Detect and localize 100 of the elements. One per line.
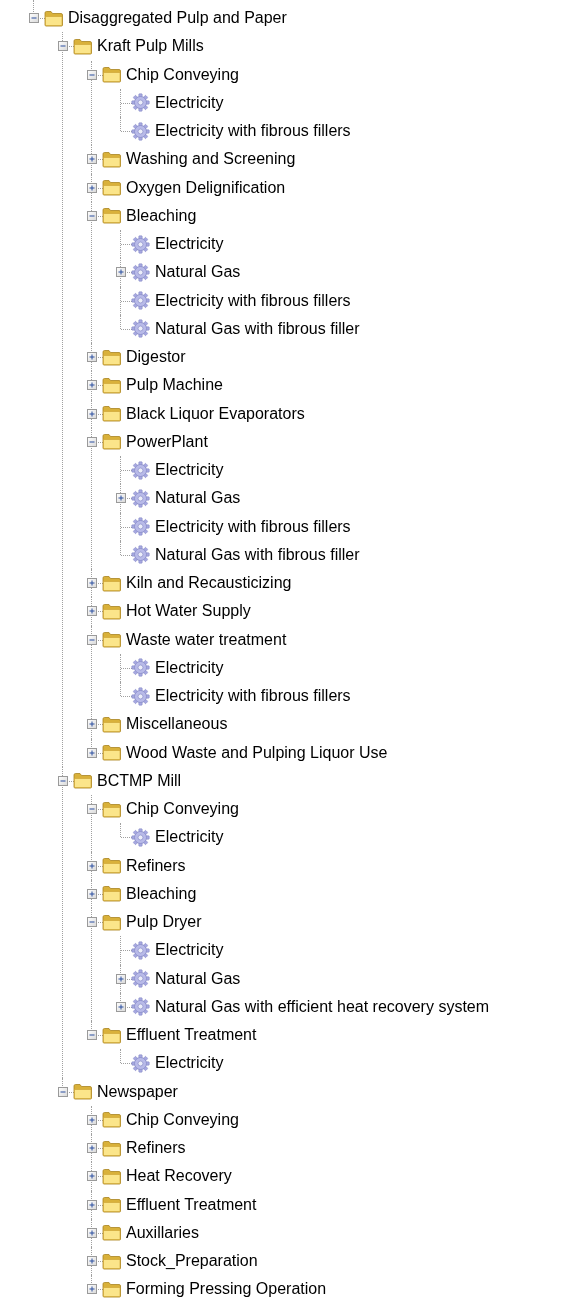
tree-item-label[interactable]: Kraft Pulp Mills (97, 37, 204, 56)
tree-item-label[interactable]: Natural Gas with fibrous filler (155, 319, 360, 338)
expand-icon[interactable] (86, 380, 97, 391)
expand-icon[interactable] (86, 606, 97, 617)
tree-item-label[interactable]: Forming Pressing Operation (126, 1280, 327, 1299)
tree-item-label[interactable]: Effluent Treatment (126, 1195, 257, 1214)
gear-icon (131, 460, 150, 480)
tree-item-label[interactable]: Effluent Treatment (126, 1026, 257, 1045)
expand-icon[interactable] (115, 973, 126, 984)
tree-item-label[interactable]: Electricity (155, 235, 224, 254)
collapse-icon[interactable] (86, 634, 97, 645)
gear-icon (131, 319, 150, 339)
tree-item-label[interactable]: Electricity (155, 941, 224, 960)
collapse-icon[interactable] (86, 804, 97, 815)
tree-item-label[interactable]: Pulp Dryer (126, 913, 202, 932)
tree-item-label[interactable]: Pulp Machine (126, 376, 223, 395)
collapse-icon[interactable] (86, 1030, 97, 1041)
tree-item-label[interactable]: BCTMP Mill (97, 771, 182, 790)
tree-item-label[interactable]: Oxygen Delignification (126, 178, 286, 197)
folder-icon (101, 602, 122, 620)
tree-item-label[interactable]: Disaggregated Pulp and Paper (68, 9, 287, 28)
tree-item-label[interactable]: Kiln and Recausticizing (126, 574, 292, 593)
expand-icon[interactable] (86, 1114, 97, 1125)
tree-item-label[interactable]: Black Liquor Evaporators (126, 404, 305, 423)
tree-item-label[interactable]: Electricity (155, 828, 224, 847)
tree-item-label[interactable]: Stock_Preparation (126, 1252, 258, 1271)
tree-item-label[interactable]: Natural Gas with fibrous filler (155, 545, 360, 564)
collapse-icon[interactable] (86, 436, 97, 447)
collapse-icon[interactable] (28, 13, 39, 24)
tree-item-label[interactable]: Chip Conveying (126, 1110, 239, 1129)
tree-item-label[interactable]: PowerPlant (126, 432, 208, 451)
tree-item-label[interactable]: Bleaching (126, 884, 197, 903)
tree-item-label[interactable]: Electricity with fibrous fillers (155, 291, 351, 310)
gear-icon (131, 121, 150, 141)
tree-item-label[interactable]: Waste water treatment (126, 630, 287, 649)
folder-icon (101, 1139, 122, 1157)
tree-item-label[interactable]: Electricity with fibrous fillers (155, 122, 351, 141)
expand-icon[interactable] (86, 747, 97, 758)
expand-icon[interactable] (86, 860, 97, 871)
folder-icon (101, 631, 122, 649)
tree-item-label[interactable]: Chip Conveying (126, 800, 239, 819)
gear-icon (131, 686, 150, 706)
expand-icon[interactable] (86, 578, 97, 589)
tree-item-label[interactable]: Washing and Screening (126, 150, 296, 169)
expand-icon[interactable] (86, 1199, 97, 1210)
tree-item-label[interactable]: Electricity (155, 461, 224, 480)
collapse-icon[interactable] (86, 69, 97, 80)
folder-icon (101, 1252, 122, 1270)
tree-item-label[interactable]: Electricity with fibrous fillers (155, 517, 351, 536)
expand-icon[interactable] (86, 154, 97, 165)
tree-item-label[interactable]: Wood Waste and Pulping Liquor Use (126, 743, 388, 762)
expand-icon[interactable] (86, 719, 97, 730)
gear-icon (131, 234, 150, 254)
tree-item-label[interactable]: Refiners (126, 856, 186, 875)
expand-icon[interactable] (115, 493, 126, 504)
folder-icon (101, 66, 122, 84)
folder-icon (101, 1111, 122, 1129)
folder-icon (101, 1280, 122, 1298)
collapse-icon[interactable] (57, 41, 68, 52)
folder-icon (101, 744, 122, 762)
tree-item-label[interactable]: Electricity with fibrous fillers (155, 687, 351, 706)
tree-item-label[interactable]: Digestor (126, 348, 186, 367)
folder-icon (101, 574, 122, 592)
tree-item-label[interactable]: Miscellaneous (126, 715, 228, 734)
folder-icon (101, 405, 122, 423)
gear-icon (131, 262, 150, 282)
tree-item-label[interactable]: Chip Conveying (126, 65, 239, 84)
expand-icon[interactable] (86, 888, 97, 899)
tree-item-label[interactable]: Bleaching (126, 206, 197, 225)
expand-icon[interactable] (115, 1001, 126, 1012)
folder-icon (101, 348, 122, 366)
expand-icon[interactable] (86, 1171, 97, 1182)
tree-item-label[interactable]: Electricity (155, 93, 224, 112)
tree-item-label[interactable]: Newspaper (97, 1082, 178, 1101)
expand-icon[interactable] (86, 352, 97, 363)
gear-icon (131, 291, 150, 311)
collapse-icon[interactable] (86, 210, 97, 221)
tree-item-label[interactable]: Natural Gas (155, 489, 241, 508)
tree-item-label[interactable]: Hot Water Supply (126, 602, 251, 621)
tree-item-label[interactable]: Auxillaries (126, 1223, 199, 1242)
tree-item-label[interactable]: Electricity (155, 658, 224, 677)
collapse-icon[interactable] (57, 1086, 68, 1097)
tree-item-label[interactable]: Natural Gas with efficient heat recovery system (155, 997, 490, 1016)
expand-icon[interactable] (86, 1227, 97, 1238)
collapse-icon[interactable] (86, 917, 97, 928)
tree-item-label[interactable]: Natural Gas (155, 263, 241, 282)
folder-icon (101, 207, 122, 225)
expand-icon[interactable] (86, 1256, 97, 1267)
tree-item-label[interactable]: Natural Gas (155, 969, 241, 988)
gear-icon (131, 658, 150, 678)
expand-icon[interactable] (86, 182, 97, 193)
tree-item-label[interactable]: Refiners (126, 1139, 186, 1158)
expand-icon[interactable] (86, 1143, 97, 1154)
expand-icon[interactable] (115, 267, 126, 278)
tree-item-label[interactable]: Heat Recovery (126, 1167, 232, 1186)
folder-icon (101, 857, 122, 875)
expand-icon[interactable] (86, 408, 97, 419)
collapse-icon[interactable] (57, 775, 68, 786)
tree-item-label[interactable]: Electricity (155, 1054, 224, 1073)
expand-icon[interactable] (86, 1284, 97, 1295)
